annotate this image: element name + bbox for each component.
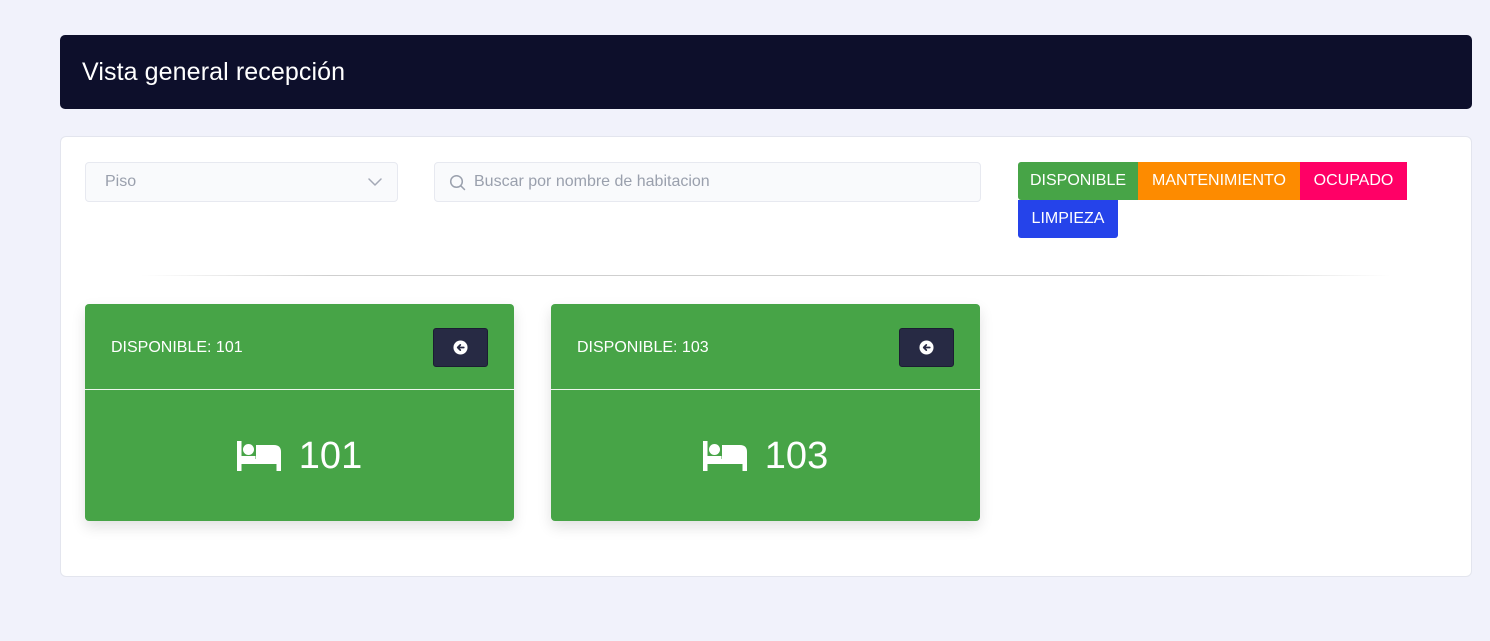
section-divider — [141, 275, 1391, 276]
floor-select[interactable]: Piso — [85, 162, 398, 202]
legend-ocupado[interactable]: OCUPADO — [1300, 162, 1407, 200]
search-input[interactable] — [474, 173, 954, 191]
room-overview-panel: Piso DISPONIBLE MANTENIMIENTO OCUPADO LI… — [60, 136, 1472, 577]
arrow-left-circle-icon — [919, 340, 934, 355]
room-status-label: DISPONIBLE: 103 — [577, 339, 709, 356]
room-action-button[interactable] — [899, 328, 954, 367]
legend-mantenimiento[interactable]: MANTENIMIENTO — [1138, 162, 1300, 200]
room-number: 103 — [764, 434, 829, 477]
room-card-body: 103 — [551, 391, 980, 521]
room-action-button[interactable] — [433, 328, 488, 367]
room-search — [434, 162, 981, 202]
arrow-left-circle-icon — [453, 340, 468, 355]
search-icon — [449, 174, 466, 190]
floor-select-placeholder: Piso — [105, 173, 137, 190]
legend-disponible[interactable]: DISPONIBLE — [1018, 162, 1138, 200]
bed-icon — [702, 441, 747, 471]
room-card-body: 101 — [85, 391, 514, 521]
room-status-label: DISPONIBLE: 101 — [111, 339, 243, 356]
legend-limpieza[interactable]: LIMPIEZA — [1018, 200, 1118, 238]
room-card[interactable]: DISPONIBLE: 103 103 — [551, 304, 980, 521]
chevron-down-icon — [368, 178, 382, 186]
room-card[interactable]: DISPONIBLE: 101 101 — [85, 304, 514, 521]
room-card-header: DISPONIBLE: 103 — [551, 304, 980, 390]
room-card-header: DISPONIBLE: 101 — [85, 304, 514, 390]
page-header: Vista general recepción — [60, 35, 1472, 109]
room-number: 101 — [298, 434, 363, 477]
page-title: Vista general recepción — [82, 57, 346, 86]
bed-icon — [236, 441, 281, 471]
